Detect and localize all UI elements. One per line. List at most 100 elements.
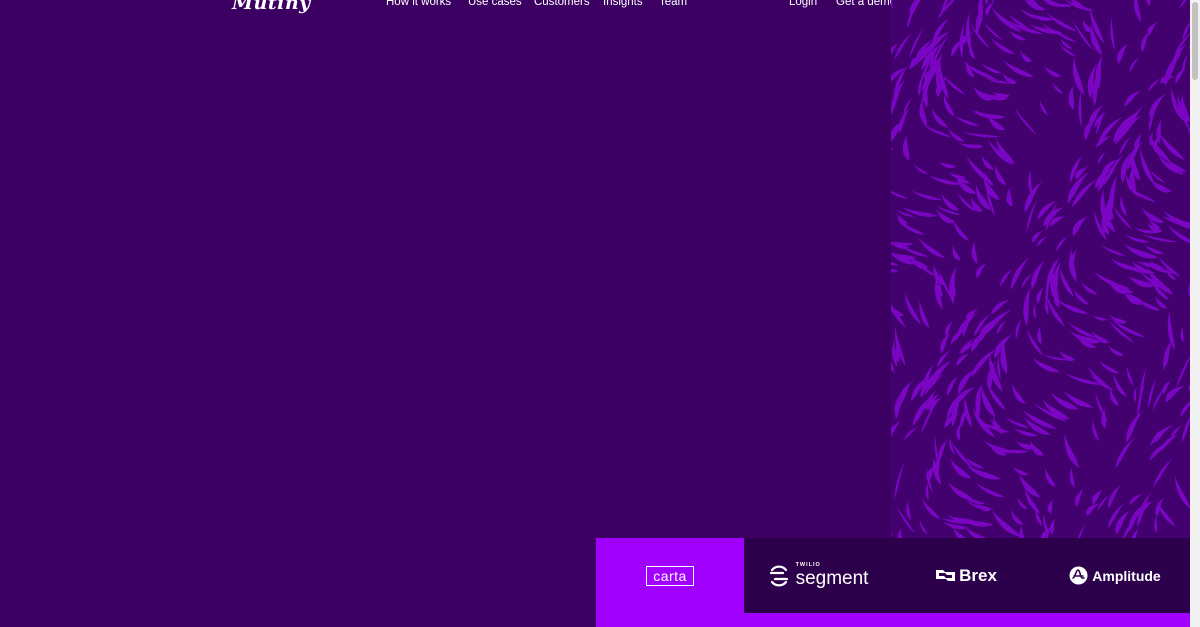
pattern-flame-shape [973, 86, 994, 101]
pattern-flame-shape [914, 164, 929, 175]
pattern-flame-shape [970, 23, 990, 49]
login-link[interactable]: Login [789, 0, 817, 8]
pattern-flame-shape [1153, 458, 1173, 488]
pattern-flame-shape [949, 266, 957, 305]
pattern-flame-shape [1073, 56, 1085, 96]
amplitude-icon [1069, 566, 1088, 585]
pattern-flame-shape [954, 115, 980, 126]
pattern-flame-shape [1086, 503, 1100, 516]
pattern-flame-shape [1181, 411, 1190, 444]
pattern-flame-shape [969, 41, 975, 60]
pattern-flame-shape [1005, 417, 1030, 428]
mutiny-logo[interactable]: Mutiny [232, 0, 311, 14]
pattern-flame-shape [891, 146, 895, 167]
pattern-flame-shape [1044, 65, 1062, 77]
pattern-flame-shape [1175, 67, 1187, 84]
pattern-flame-shape [1180, 326, 1184, 343]
pattern-flame-shape [975, 262, 987, 279]
pattern-flame-shape [1100, 244, 1126, 256]
pattern-flame-shape [891, 193, 894, 217]
pattern-flame-shape [975, 482, 1005, 498]
logo-strip-accent-bar [744, 613, 1190, 627]
pattern-flame-shape [1031, 260, 1045, 290]
pattern-flame-shape [938, 161, 956, 169]
pattern-flame-shape [1145, 0, 1152, 7]
pattern-flame-shape [958, 142, 984, 149]
pattern-flame-shape [896, 505, 915, 534]
pattern-flame-shape [1111, 319, 1146, 338]
pattern-flame-shape [1045, 468, 1056, 487]
pattern-flame-shape [897, 219, 925, 235]
pattern-flame-shape [1033, 302, 1036, 320]
segment-label: segment [795, 567, 869, 589]
customer-logo-strip: carta TWILIO segment Brex Amplitude [596, 538, 1190, 627]
pattern-flame-shape [1101, 408, 1107, 429]
pattern-flame-shape [1064, 433, 1080, 469]
pattern-flame-shape [1110, 16, 1115, 51]
pattern-flame-shape [1152, 385, 1167, 411]
amplitude-label: Amplitude [1092, 567, 1161, 584]
pattern-flame-shape [903, 97, 913, 115]
nav-customers[interactable]: Customers [534, 0, 590, 8]
pattern-flame-shape [935, 205, 962, 216]
pattern-flame-shape [894, 460, 906, 500]
pattern-flame-shape [1171, 425, 1182, 439]
pattern-flame-shape [981, 154, 994, 170]
segment-logo-tile[interactable]: TWILIO segment [744, 538, 892, 613]
pattern-flame-shape [941, 193, 960, 211]
pattern-flame-shape [1069, 467, 1075, 488]
pattern-flame-shape [1032, 357, 1060, 373]
pattern-flame-shape [1092, 314, 1108, 321]
pattern-flame-shape [891, 289, 892, 301]
pattern-flame-shape [1026, 328, 1044, 357]
nav-team[interactable]: Team [659, 0, 687, 8]
pattern-flame-shape [991, 300, 1010, 315]
pattern-flame-shape [922, 123, 953, 138]
pattern-flame-shape [1097, 151, 1106, 165]
pattern-flame-shape [1047, 498, 1054, 514]
pattern-flame-shape [948, 172, 967, 179]
pattern-flame-shape [1092, 420, 1099, 442]
nav-use-cases[interactable]: Use cases [468, 0, 522, 8]
pattern-flame-shape [919, 97, 927, 127]
pattern-flame-shape [922, 498, 941, 520]
pattern-flame-shape [1000, 269, 1013, 287]
pattern-flame-shape [1149, 424, 1174, 446]
pattern-flame-shape [1015, 318, 1022, 339]
pattern-flame-shape [919, 520, 928, 535]
pattern-flame-shape [1098, 360, 1120, 374]
pattern-flame-shape [1131, 528, 1140, 538]
pattern-flame-shape [948, 481, 973, 500]
nav-how-it-works[interactable]: How it works [386, 0, 451, 8]
pattern-flame-shape [1040, 99, 1048, 116]
pattern-flame-shape [1068, 84, 1075, 110]
pattern-flame-shape [891, 286, 892, 294]
pattern-flame-shape [893, 64, 908, 98]
pattern-flame-shape [962, 131, 1001, 138]
pattern-flame-shape [1052, 81, 1064, 94]
pattern-flame-shape [1023, 286, 1031, 326]
pattern-flame-shape [1072, 215, 1089, 237]
pattern-flame-shape [1095, 391, 1108, 423]
carta-logo-tile[interactable]: carta [596, 538, 744, 627]
scrollbar-thumb[interactable] [1192, 2, 1198, 80]
nav-insights[interactable]: Insights [603, 0, 643, 8]
pattern-flame-shape [1133, 386, 1137, 402]
pattern-flame-shape [965, 12, 971, 52]
pattern-flame-shape [939, 0, 955, 20]
amplitude-logo-tile[interactable]: Amplitude [1040, 538, 1190, 613]
brex-logo-tile[interactable]: Brex [892, 538, 1040, 613]
pattern-flame-shape [1019, 525, 1025, 538]
pattern-flame-shape [1018, 472, 1041, 498]
pattern-flame-shape [1055, 236, 1068, 252]
pattern-flame-shape [990, 37, 1016, 55]
vertical-scrollbar[interactable] [1190, 0, 1200, 627]
carta-logo: carta [646, 565, 694, 586]
pattern-flame-shape [971, 241, 978, 264]
pattern-flame-shape [983, 21, 1003, 41]
pattern-flame-shape [917, 236, 946, 259]
pattern-flame-shape [901, 207, 938, 217]
pattern-flame-shape [1009, 30, 1026, 41]
pattern-flame-shape [1006, 186, 1013, 207]
pattern-flame-shape [1149, 93, 1166, 119]
